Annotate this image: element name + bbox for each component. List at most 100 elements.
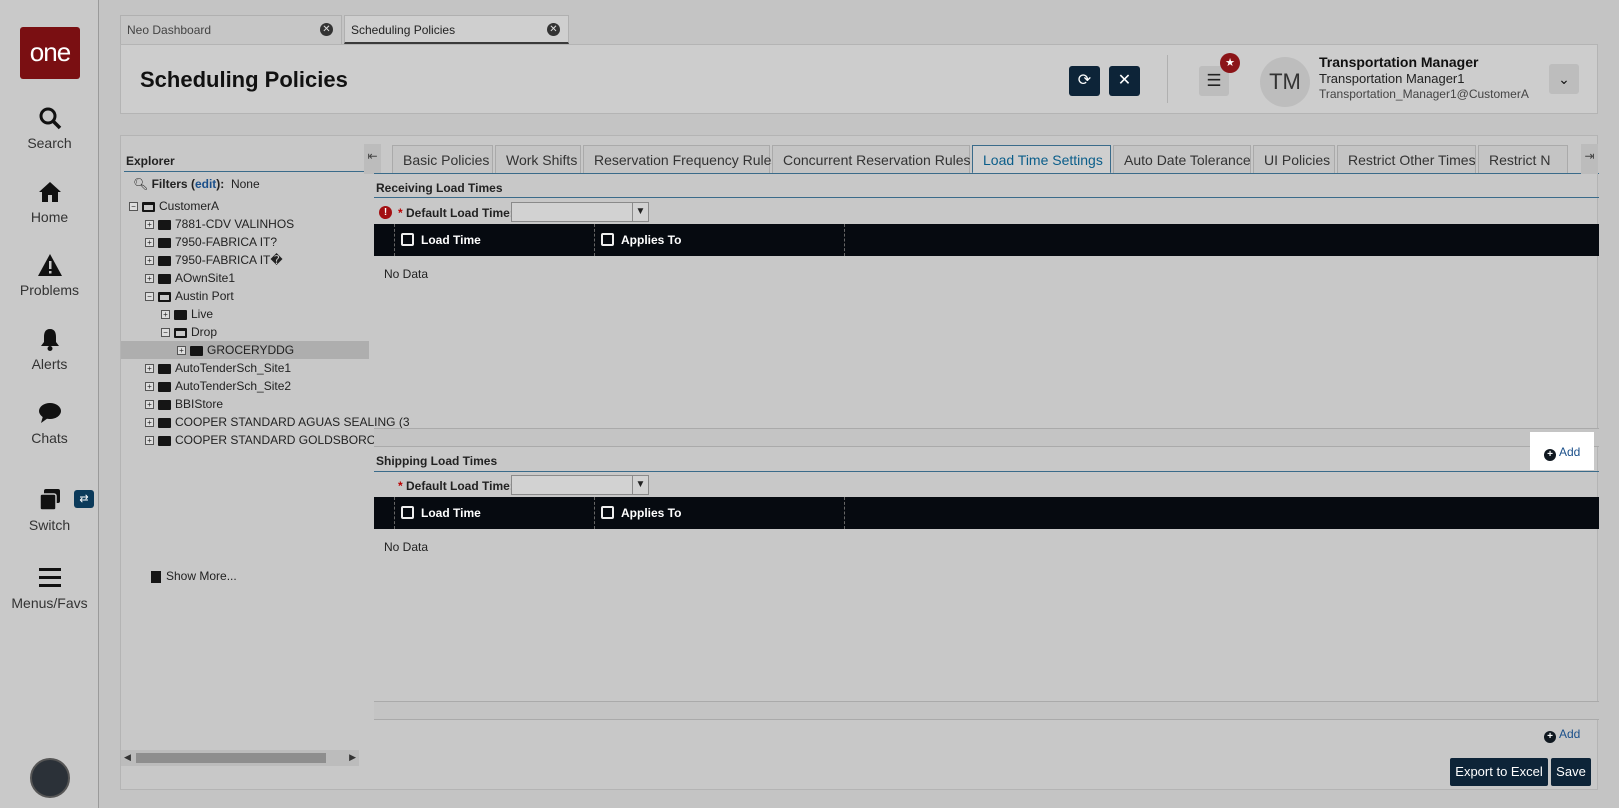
save-button[interactable]: Save [1551,758,1591,786]
column-header-load-time[interactable]: Load Time [394,497,594,529]
favorite-star-icon[interactable]: ★ [1220,53,1240,73]
nav-menus-favs[interactable]: Menus/Favs [0,565,99,611]
scrollbar-thumb[interactable] [136,753,326,763]
divider [374,197,1599,198]
tree-node[interactable]: + BBIStore [145,395,223,413]
nav-menus-favs-label: Menus/Favs [11,595,88,611]
policy-tab[interactable]: Load Time Settings [972,145,1111,173]
policy-tab[interactable]: Restrict Other Times [1337,145,1476,173]
policy-tab[interactable]: Basic Policies [392,145,493,173]
tree-node[interactable]: + AutoTenderSch_Site2 [145,377,291,395]
expand-icon[interactable]: + [145,274,154,284]
tree-node[interactable]: + GROCERYDDG [121,341,369,359]
collapse-icon[interactable]: − [161,328,170,338]
nav-problems[interactable]: Problems [0,252,99,298]
filters-edit-link[interactable]: edit [195,177,216,191]
expand-icon[interactable]: + [145,256,154,266]
receiving-add-button[interactable]: + Add [1544,445,1580,461]
user-dropdown-button[interactable]: ⌄ [1549,64,1579,94]
tree-node[interactable]: + Live [161,305,213,323]
expand-icon[interactable]: + [145,382,154,392]
expand-icon[interactable]: + [145,418,154,428]
user-name: Transportation Manager [1319,54,1479,70]
tree-node[interactable]: + COOPER STANDARD AGUAS SEALING (3 [145,413,410,431]
policy-tab[interactable]: Restrict N [1478,145,1568,173]
chevron-down-icon: ⌄ [1558,71,1570,87]
receiving-default-load-time-label: * Default Load Time: [398,206,514,220]
tabs-scroll-right-icon[interactable]: ⇥ [1581,144,1598,174]
column-header-applies-to[interactable]: Applies To [594,224,844,256]
tree-node[interactable]: +7950-FABRICA IT� [145,251,283,269]
nav-switch-label: Switch [28,517,71,533]
tree-node[interactable]: − Austin Port [145,287,234,305]
nav-alerts-label: Alerts [31,356,68,372]
user-email: Transportation_Manager1@CustomerA [1319,87,1529,101]
divider [374,471,1599,472]
scroll-left-icon[interactable]: ◀ [124,752,131,763]
tab-scheduling-policies[interactable]: Scheduling Policies ✕ [344,15,569,44]
expand-icon[interactable]: + [145,436,154,446]
close-icon[interactable]: ✕ [547,23,560,36]
tree-node-label: 7950-FABRICA IT? [175,235,278,249]
tree-node-label: AutoTenderSch_Site2 [175,379,292,393]
policy-tab[interactable]: Auto Date Tolerance [1113,145,1251,173]
warning-icon [0,252,99,280]
tree-node[interactable]: + AutoTenderSch_Site1 [145,359,291,377]
tree-node[interactable]: − CustomerA [129,197,219,215]
scroll-right-icon[interactable]: ▶ [349,752,356,763]
column-header-applies-to[interactable]: Applies To [594,497,844,529]
shipping-add-button[interactable]: + Add [1544,727,1580,743]
document-icon [151,570,161,583]
export-to-excel-button[interactable]: Export to Excel [1450,758,1548,786]
left-nav: one Search Home Problems Alerts Chats Sw [0,0,99,808]
expand-icon[interactable]: + [145,238,154,248]
expand-icon[interactable]: + [145,220,154,230]
nav-search[interactable]: Search [0,105,99,151]
expand-icon[interactable]: + [177,346,186,356]
receiving-grid-footer [374,428,1599,447]
close-button[interactable]: ✕ [1109,66,1140,96]
shipping-default-load-time-select[interactable]: ▼ [511,475,649,495]
folder-icon [158,237,171,248]
tab-neo-dashboard[interactable]: Neo Dashboard ✕ [120,15,342,44]
user-initials-avatar[interactable]: TM [1260,57,1310,107]
chevron-down-icon: ▼ [632,476,648,494]
close-icon[interactable]: ✕ [320,23,333,36]
folder-icon [158,363,171,374]
folder-icon [158,399,171,410]
expand-icon[interactable]: + [145,400,154,410]
collapse-icon[interactable]: − [129,202,138,212]
folder-icon [158,435,171,446]
user-avatar[interactable] [30,758,70,798]
collapse-icon[interactable]: − [145,292,154,302]
filters-label: Filters [151,177,188,191]
filters-value: None [230,177,260,191]
tree-node[interactable]: + AOwnSite1 [145,269,235,287]
folder-icon [158,417,171,428]
nav-alerts[interactable]: Alerts [0,326,99,372]
divider [124,171,364,172]
policy-tab[interactable]: UI Policies [1253,145,1335,173]
tab-label: Neo Dashboard [127,23,212,37]
nav-search-label: Search [27,135,72,151]
app-logo[interactable]: one [20,27,80,79]
column-header-load-time[interactable]: Load Time [394,224,594,256]
receiving-default-load-time-select[interactable]: ▼ [511,202,649,222]
horizontal-scrollbar[interactable]: ◀ ▶ [121,750,359,766]
tree-node[interactable]: − Drop [161,323,217,341]
expand-icon[interactable]: + [161,310,170,320]
tree-node-label: GROCERYDDG [207,343,295,357]
tree-node[interactable]: +7881-CDV VALINHOS [145,215,294,233]
nav-chats[interactable]: Chats [0,400,99,446]
error-icon: ! [379,206,392,219]
nav-home[interactable]: Home [0,179,99,225]
refresh-button[interactable]: ⟳ [1069,66,1100,96]
policy-tab[interactable]: Concurrent Reservation Rules [772,145,971,173]
show-more-link[interactable]: Show More... [151,567,237,585]
tree-node[interactable]: + COOPER STANDARD GOLDSBORO [145,431,376,449]
tree-node-label: 7950-FABRICA IT� [175,253,283,267]
policy-tab[interactable]: Work Shifts [495,145,581,173]
tree-node[interactable]: +7950-FABRICA IT? [145,233,277,251]
expand-icon[interactable]: + [145,364,154,374]
policy-tab[interactable]: Reservation Frequency Rules [583,145,778,173]
